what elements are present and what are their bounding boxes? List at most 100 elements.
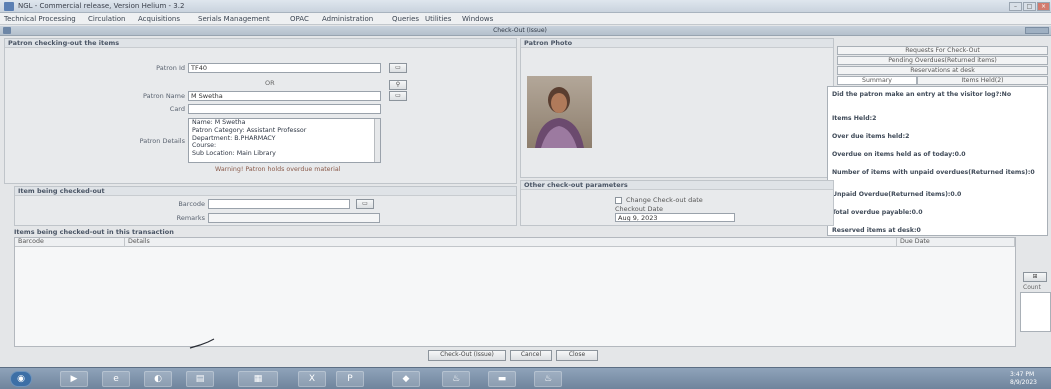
internal-frame-titlebar: Check-Out (Issue): [0, 26, 1051, 36]
window-titlebar: NGL - Commercial release, Version Helium…: [0, 0, 1051, 13]
unpaid-items-info: Number of items with unpaid overdues(Ret…: [832, 169, 1035, 176]
reservations-desk-button[interactable]: Reservations at desk: [837, 66, 1048, 75]
remarks-label: Remarks: [176, 214, 205, 222]
card-input[interactable]: [188, 104, 381, 114]
cancel-button[interactable]: Cancel: [510, 350, 552, 361]
col-due-date[interactable]: Due Date: [897, 238, 1015, 247]
patron-photo-panel: Patron Photo: [520, 38, 834, 178]
taskbar-excel-icon[interactable]: X: [298, 371, 326, 387]
patron-photo: [527, 76, 592, 148]
transaction-table: Barcode Details Due Date: [14, 237, 1016, 347]
patron-name-label: Patron Name: [142, 92, 185, 100]
patron-id-input[interactable]: TF40: [188, 63, 381, 73]
maximize-button[interactable]: □: [1023, 2, 1036, 11]
items-held-info: Items Held:2: [832, 115, 877, 122]
frame-icon: [3, 27, 11, 34]
patron-detail-course: Course:: [192, 142, 217, 150]
table-body: [15, 247, 1015, 346]
app-icon: [4, 2, 14, 11]
patron-detail-category: Patron Category: Assistant Professor: [192, 126, 307, 134]
or-label: OR: [265, 79, 275, 87]
patron-name-input[interactable]: M Swetha: [188, 91, 381, 101]
other-params-header: Other check-out parameters: [521, 181, 833, 190]
transaction-header: Items being checked-out in this transact…: [14, 228, 174, 236]
checkout-date-label: Checkout Date: [615, 205, 664, 213]
change-date-checkbox[interactable]: [615, 197, 622, 204]
pending-overdues-button[interactable]: Pending Overdues(Returned items): [837, 56, 1048, 65]
pen-mark: [189, 338, 215, 349]
barcode-input[interactable]: [208, 199, 350, 209]
remarks-input[interactable]: [208, 213, 380, 223]
patron-detail-department: Department: B.PHARMACY: [192, 134, 276, 142]
patron-details-label: Patron Details: [139, 137, 185, 145]
taskbar-ie-icon[interactable]: e: [102, 371, 130, 387]
item-panel-header: Item being checked-out: [15, 187, 516, 196]
taskbar-ngl-icon[interactable]: ♨: [442, 371, 470, 387]
col-barcode[interactable]: Barcode: [15, 238, 125, 247]
patron-details-box: Name: M Swetha Patron Category: Assistan…: [188, 118, 381, 163]
total-overdue-info: Total overdue payable:0.0: [832, 209, 923, 216]
menu-administration[interactable]: Administration: [322, 15, 373, 23]
close-button[interactable]: ×: [1037, 2, 1050, 11]
details-scrollbar[interactable]: [374, 119, 380, 162]
taskbar-terminal-icon[interactable]: ▬: [488, 371, 516, 387]
patron-detail-name: Name: M Swetha: [192, 119, 246, 126]
checkout-date-input[interactable]: Aug 9, 2023: [615, 213, 735, 222]
card-label: Card: [169, 105, 185, 113]
checkout-issue-button[interactable]: Check-Out (Issue): [428, 350, 506, 361]
menu-circulation[interactable]: Circulation: [88, 15, 126, 23]
right-side-panel: Requests For Check-Out Pending Overdues(…: [827, 46, 1048, 236]
tab-summary[interactable]: Summary: [837, 76, 917, 85]
taskbar-chrome-icon[interactable]: ◐: [144, 371, 172, 387]
taskbar-date: 8/9/2023: [1010, 379, 1037, 386]
requests-checkout-button[interactable]: Requests For Check-Out: [837, 46, 1048, 55]
patron-detail-sublocation: Sub Location: Main Library: [192, 150, 276, 158]
reserved-desk-info: Reserved items at desk:0: [832, 227, 921, 234]
menu-acquisitions[interactable]: Acquisitions: [138, 15, 180, 23]
change-date-label: Change Check-out date: [626, 196, 703, 204]
visitor-log-info: Did the patron make an entry at the visi…: [832, 91, 1012, 98]
summary-content: Did the patron make an entry at the visi…: [827, 86, 1048, 236]
menu-utilities[interactable]: Utilities: [425, 15, 451, 23]
side-count-button[interactable]: ⊞: [1023, 272, 1047, 282]
patron-panel-header: Patron checking-out the items: [5, 39, 516, 48]
person-photo-icon: [535, 87, 584, 148]
overdue-items-info: Over due items held:2: [832, 133, 910, 140]
unpaid-overdue-info: Unpaid Overdue(Returned items):0.0: [832, 191, 962, 198]
barcode-lookup-button[interactable]: ▭: [356, 199, 374, 209]
minimize-button[interactable]: –: [1009, 2, 1022, 11]
menu-queries[interactable]: Queries: [392, 15, 419, 23]
menu-opac[interactable]: OPAC: [290, 15, 309, 23]
taskbar-java-icon[interactable]: ◆: [392, 371, 420, 387]
overdue-today-info: Overdue on items held as of today:0.0: [832, 151, 966, 158]
close-button-form[interactable]: Close: [556, 350, 598, 361]
patron-photo-header: Patron Photo: [521, 39, 833, 48]
patron-name-search-button[interactable]: ⚲: [389, 80, 407, 90]
start-button[interactable]: ◉: [10, 371, 32, 387]
count-label: Count: [1023, 284, 1041, 291]
menu-bar: Technical Processing Circulation Acquisi…: [0, 13, 1051, 25]
taskbar-media-icon[interactable]: ▶: [60, 371, 88, 387]
barcode-label: Barcode: [178, 200, 205, 208]
menu-windows[interactable]: Windows: [462, 15, 493, 23]
col-details[interactable]: Details: [125, 238, 897, 247]
patron-panel: Patron checking-out the items Patron Id …: [4, 38, 517, 184]
patron-name-lookup-button[interactable]: ▭: [389, 91, 407, 101]
menu-technical-processing[interactable]: Technical Processing: [4, 15, 76, 23]
overdue-warning: Warning! Patron holds overdue material: [215, 166, 341, 173]
taskbar-folder-icon[interactable]: ♨: [534, 371, 562, 387]
taskbar-app-icon[interactable]: ▦: [238, 371, 278, 387]
window-title: NGL - Commercial release, Version Helium…: [18, 2, 185, 10]
taskbar-powerpoint-icon[interactable]: P: [336, 371, 364, 387]
other-params-panel: Other check-out parameters Change Check-…: [520, 180, 834, 226]
count-field[interactable]: [1020, 292, 1051, 332]
taskbar-explorer-icon[interactable]: ▤: [186, 371, 214, 387]
frame-title: Check-Out (Issue): [493, 27, 547, 34]
patron-id-label: Patron Id: [156, 64, 185, 72]
tab-items-held[interactable]: Items Held(2): [917, 76, 1048, 85]
patron-id-lookup-button[interactable]: ▭: [389, 63, 407, 73]
item-panel: Item being checked-out Barcode ▭ Remarks: [14, 186, 517, 226]
frame-controls[interactable]: [1025, 27, 1049, 34]
menu-serials-management[interactable]: Serials Management: [198, 15, 270, 23]
taskbar: ◉ ▶ e ◐ ▤ ▦ X P ◆ ♨ ▬ ♨ 3:47 PM 8/9/2023: [0, 367, 1051, 389]
